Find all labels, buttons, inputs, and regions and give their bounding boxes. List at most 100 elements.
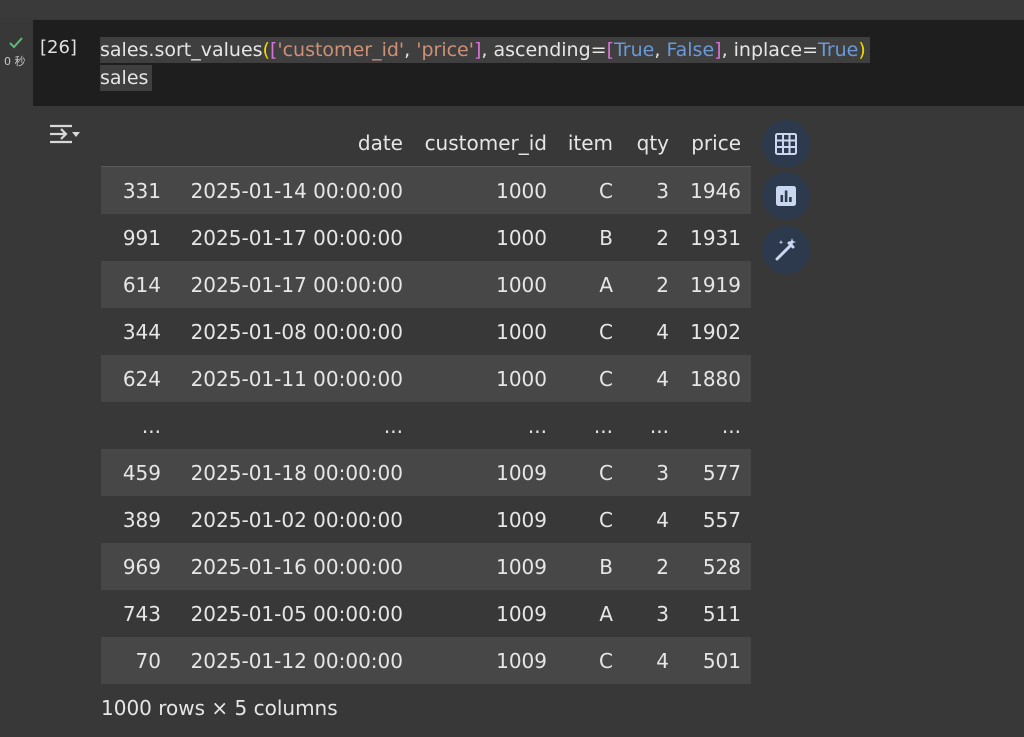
- date-cell: ...: [383, 413, 403, 438]
- generate-code-button[interactable]: [762, 226, 810, 274]
- qty-cell: 4: [656, 366, 669, 391]
- date-cell: 2025-01-16 00:00:00: [190, 554, 403, 579]
- code-token: , inplace=: [721, 39, 819, 61]
- row-index: ...: [141, 413, 161, 438]
- price-cell: 528: [702, 554, 741, 579]
- date-cell: 2025-01-17 00:00:00: [190, 225, 403, 250]
- qty-cell: 2: [656, 225, 669, 250]
- date-cell: 2025-01-11 00:00:00: [190, 366, 403, 391]
- customer-id-cell: 1000: [496, 178, 547, 203]
- table-row: 331 2025-01-14 00:00:00 1000 C 3 1946: [101, 166, 751, 214]
- notebook-page: 0 秒 [26] sales.sort_values( [ 'customer_id…: [0, 0, 1024, 737]
- customer-id-cell: 1009: [496, 648, 547, 673]
- qty-cell: 3: [656, 178, 669, 203]
- code-token: 'customer_id': [277, 39, 405, 61]
- item-cell: A: [599, 272, 613, 297]
- table-row: 459 2025-01-18 00:00:00 1009 C 3 577: [101, 449, 751, 496]
- code-token: , ascending=: [481, 39, 607, 61]
- code-line-2[interactable]: sales: [100, 65, 153, 91]
- row-index: 459: [122, 460, 161, 485]
- code-token: True: [613, 39, 655, 61]
- exec-count: [26]: [40, 37, 77, 58]
- customer-id-cell: 1009: [496, 460, 547, 485]
- qty-cell: ...: [649, 413, 669, 438]
- item-cell: B: [599, 554, 613, 579]
- table-row: 743 2025-01-05 00:00:00 1009 A 3 511: [101, 590, 751, 637]
- qty-cell: 4: [656, 319, 669, 344]
- date-cell: 2025-01-02 00:00:00: [190, 507, 403, 532]
- price-cell: ...: [721, 413, 741, 438]
- top-bar: [0, 0, 1024, 18]
- customer-id-cell: 1009: [496, 507, 547, 532]
- code-token: sales.sort_values: [100, 39, 263, 61]
- code-token: 'price': [416, 39, 474, 61]
- exec-time: 0 秒: [4, 55, 26, 68]
- item-cell: B: [599, 225, 613, 250]
- dataframe-table: date customer_id item qty price 331 2025…: [101, 120, 751, 684]
- item-cell: A: [599, 601, 613, 626]
- customer-id-cell: ...: [527, 413, 547, 438]
- price-cell: 511: [702, 601, 741, 626]
- row-index: 743: [122, 601, 161, 626]
- table-row: 614 2025-01-17 00:00:00 1000 A 2 1919: [101, 261, 751, 308]
- code-token: ,: [404, 39, 417, 61]
- price-cell: 1919: [690, 272, 741, 297]
- column-header: date: [171, 120, 413, 167]
- row-index: 991: [122, 225, 161, 250]
- table-icon: [775, 133, 797, 155]
- table-row: 624 2025-01-11 00:00:00 1000 C 4 1880: [101, 355, 751, 402]
- code-token: True: [818, 39, 859, 61]
- column-header: price: [679, 120, 751, 167]
- convert-to-table-button[interactable]: [762, 120, 810, 168]
- bar-chart-icon: [776, 186, 796, 206]
- row-index: 969: [122, 554, 161, 579]
- code-line-1[interactable]: sales.sort_values( [ 'customer_id', 'price…: [100, 37, 870, 63]
- table-row: 70 2025-01-12 00:00:00 1009 C 4 501: [101, 637, 751, 684]
- table-row: 389 2025-01-02 00:00:00 1009 C 4 557: [101, 496, 751, 543]
- customer-id-cell: 1000: [496, 319, 547, 344]
- date-cell: 2025-01-05 00:00:00: [190, 601, 403, 626]
- qty-cell: 2: [656, 272, 669, 297]
- table-row: 969 2025-01-16 00:00:00 1009 B 2 528: [101, 543, 751, 590]
- header-row: date customer_id item qty price: [101, 120, 751, 167]
- table-row: 344 2025-01-08 00:00:00 1000 C 4 1902: [101, 308, 751, 355]
- output-toggle-icon[interactable]: [46, 120, 82, 148]
- code-token: [: [606, 39, 614, 61]
- customer-id-cell: 1000: [496, 225, 547, 250]
- index-header: [101, 120, 171, 167]
- price-cell: 1880: [690, 366, 741, 391]
- qty-cell: 4: [656, 648, 669, 673]
- check-icon: [9, 37, 23, 49]
- customer-id-cell: 1009: [496, 601, 547, 626]
- qty-cell: 3: [656, 601, 669, 626]
- item-cell: C: [599, 178, 613, 203]
- date-cell: 2025-01-18 00:00:00: [190, 460, 403, 485]
- qty-cell: 4: [656, 507, 669, 532]
- column-header: qty: [623, 120, 679, 167]
- date-cell: 2025-01-17 00:00:00: [190, 272, 403, 297]
- row-index: 389: [122, 507, 161, 532]
- date-cell: 2025-01-08 00:00:00: [190, 319, 403, 344]
- item-cell: C: [599, 319, 613, 344]
- column-header: item: [557, 120, 623, 167]
- code-token: ): [858, 39, 866, 61]
- row-index: 614: [122, 272, 161, 297]
- price-cell: 577: [702, 460, 741, 485]
- qty-cell: 3: [656, 460, 669, 485]
- price-cell: 1931: [690, 225, 741, 250]
- magic-wand-icon: [775, 238, 796, 261]
- price-cell: 1946: [690, 178, 741, 203]
- price-cell: 557: [702, 507, 741, 532]
- row-index: 624: [122, 366, 161, 391]
- code-token: (: [262, 39, 270, 61]
- price-cell: 1902: [690, 319, 741, 344]
- item-cell: C: [599, 460, 613, 485]
- row-index: 70: [135, 648, 161, 673]
- ellipsis-row: ... ... ... ... ... ...: [101, 402, 751, 449]
- qty-cell: 2: [656, 554, 669, 579]
- suggest-charts-button[interactable]: [762, 172, 810, 220]
- row-index: 344: [122, 319, 161, 344]
- dataframe-shape-label: 1000 rows × 5 columns: [101, 696, 338, 720]
- customer-id-cell: 1009: [496, 554, 547, 579]
- code-cell[interactable]: [33, 20, 1024, 106]
